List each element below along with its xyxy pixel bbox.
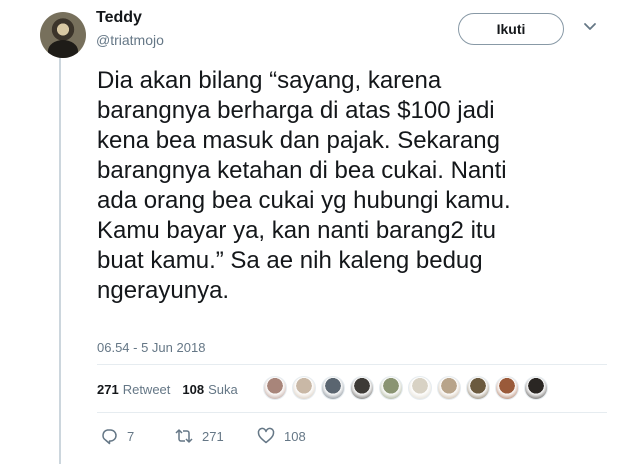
- tweet-line: buat kamu.” Sa ae nih kaleng bedug: [97, 247, 483, 274]
- reply-count: 7: [127, 428, 135, 444]
- retweet-stat-count: 271: [97, 382, 119, 397]
- tweet-stats: 271 Retweet 108 Suka: [97, 382, 250, 397]
- tweet-line: barangnya ketahan di bea cukai. Nanti: [97, 157, 507, 184]
- follow-button[interactable]: Ikuti: [458, 13, 564, 45]
- liker-avatar[interactable]: [437, 376, 461, 400]
- like-count: 108: [284, 428, 306, 444]
- like-stat-count: 108: [182, 382, 205, 397]
- liker-avatar[interactable]: [263, 376, 287, 400]
- tweet-line: ngerayunya.: [97, 277, 230, 304]
- reply-button[interactable]: 7: [100, 427, 175, 445]
- tweet-actions: 7 271 108: [100, 427, 306, 445]
- author-avatar[interactable]: [40, 12, 86, 58]
- tweet-line: barangnya berharga di atas $100 jadi: [97, 97, 495, 124]
- chevron-down-icon[interactable]: [583, 20, 597, 34]
- retweet-icon: [175, 429, 193, 443]
- divider: [97, 412, 607, 413]
- liker-avatars: [263, 376, 553, 400]
- liker-avatar[interactable]: [495, 376, 519, 400]
- like-stat[interactable]: 108 Suka: [182, 382, 237, 397]
- tweet-line: kena bea masuk dan pajak. Sekarang: [97, 127, 500, 154]
- tweet-timestamp[interactable]: 06.54 - 5 Jun 2018: [97, 340, 205, 355]
- tweet-line: Kamu bayar ya, kan nanti barang2 itu: [97, 217, 496, 244]
- heart-icon: [257, 427, 275, 444]
- author-handle[interactable]: @triatmojo: [96, 32, 164, 48]
- liker-avatar[interactable]: [350, 376, 374, 400]
- author-name[interactable]: Teddy: [96, 9, 142, 27]
- thread-line: [59, 56, 61, 464]
- tweet-line: Dia akan bilang “sayang, karena: [97, 67, 442, 94]
- retweet-stat[interactable]: 271 Retweet: [97, 382, 170, 397]
- tweet-text: Dia akan bilang “sayang, karena barangny…: [97, 66, 537, 306]
- liker-avatar[interactable]: [321, 376, 345, 400]
- liker-avatar[interactable]: [292, 376, 316, 400]
- retweet-stat-label: Retweet: [122, 382, 171, 397]
- liker-avatar[interactable]: [466, 376, 490, 400]
- tweet-line: ada orang bea cukai yg hubungi kamu.: [97, 187, 511, 214]
- divider: [97, 364, 607, 365]
- liker-avatar[interactable]: [524, 376, 548, 400]
- retweet-count: 271: [202, 428, 224, 444]
- retweet-button[interactable]: 271: [175, 427, 257, 445]
- liker-avatar[interactable]: [408, 376, 432, 400]
- like-button[interactable]: 108: [257, 427, 306, 445]
- reply-icon: [102, 429, 117, 445]
- liker-avatar[interactable]: [379, 376, 403, 400]
- like-stat-label: Suka: [208, 382, 238, 397]
